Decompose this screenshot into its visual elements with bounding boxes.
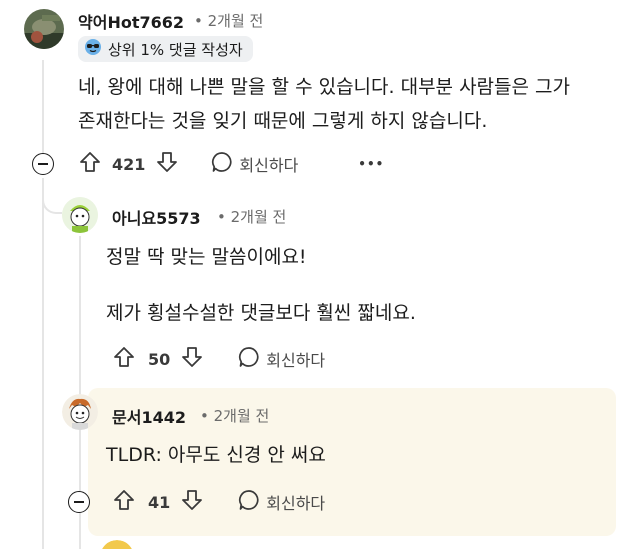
thread-line (42, 60, 44, 160)
reply-button[interactable]: 회신하다 (211, 151, 298, 177)
badge-label: 상위 1% 댓글 작성자 (108, 40, 243, 59)
thread-connector (42, 178, 62, 214)
thread-line (42, 178, 44, 549)
avatar[interactable] (24, 9, 64, 49)
vote-count: 41 (148, 492, 171, 512)
comment-username[interactable]: 문서1442 (112, 404, 186, 428)
vote-count: 421 (112, 154, 146, 174)
reply-label: 회신하다 (266, 351, 326, 370)
comment-timestamp: • 2개월 전 (194, 12, 264, 30)
comment-timestamp: • 2개월 전 (217, 208, 287, 226)
comment-body-line: 제가 횡설수설한 댓글보다 훨씬 짧네요. (106, 302, 416, 324)
comment-actions: 421 회신하다 ••• (78, 149, 384, 179)
vote-count: 50 (148, 349, 171, 369)
comment-body-line: 정말 딱 맞는 말씀이에요! (106, 246, 307, 268)
avatar[interactable] (62, 394, 98, 430)
reply-bubble-icon (238, 489, 260, 515)
comment-timestamp: • 2개월 전 (200, 407, 270, 425)
upvote-icon[interactable] (78, 150, 102, 178)
avatar[interactable] (62, 197, 98, 233)
comment-body-line: TLDR: 아무도 신경 안 써요 (106, 444, 326, 466)
comment-body-line: 존재한다는 것을 잊기 때문에 그렇게 하지 않습니다. (78, 110, 488, 132)
comment-actions: 41 회신하다 (112, 487, 325, 517)
sunglasses-icon (84, 38, 102, 60)
reply-bubble-icon (211, 151, 233, 177)
reply-label: 회신하다 (239, 156, 299, 175)
reply-label: 회신하다 (266, 494, 326, 513)
avatar[interactable] (100, 540, 134, 549)
upvote-icon[interactable] (112, 345, 136, 373)
comment-username[interactable]: 약어Hot7662 (78, 9, 184, 33)
reply-bubble-icon (238, 346, 260, 372)
more-options-button[interactable]: ••• (358, 157, 384, 171)
collapse-thread-button[interactable] (32, 153, 54, 175)
downvote-icon[interactable] (180, 488, 204, 516)
reply-button[interactable]: 회신하다 (238, 489, 325, 515)
comment-actions: 50 회신하다 (112, 344, 325, 374)
reply-button[interactable]: 회신하다 (238, 346, 325, 372)
downvote-icon[interactable] (180, 345, 204, 373)
comment-username[interactable]: 아니요5573 (112, 205, 201, 229)
downvote-icon[interactable] (155, 150, 179, 178)
upvote-icon[interactable] (112, 488, 136, 516)
comment-body-line: 네, 왕에 대해 나쁜 말을 할 수 있습니다. 대부분 사람들은 그가 (78, 76, 570, 98)
top-commenter-badge: 상위 1% 댓글 작성자 (78, 36, 253, 62)
collapse-thread-button[interactable] (68, 491, 90, 513)
